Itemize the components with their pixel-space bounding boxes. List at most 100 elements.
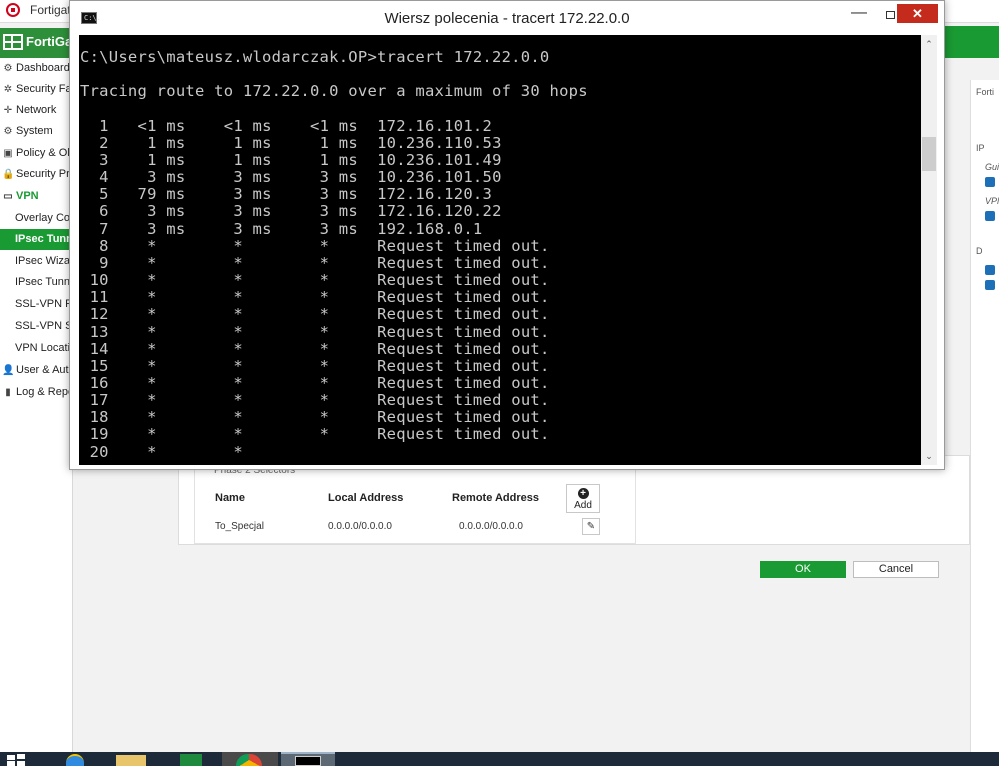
sidebar-item-policy-ob[interactable]: ▣ Policy & Ob [0, 143, 72, 164]
sidebar-item-security-pr[interactable]: 🔒 Security Pr [0, 164, 72, 185]
hop-number: 19 [80, 425, 109, 444]
sidebar-item-vpn[interactable]: ▭ VPN [0, 186, 72, 207]
console-output[interactable]: C:\Users\mateusz.wlodarczak.OP>tracert 1… [79, 35, 921, 465]
hop-time-1: 3 ms [108, 168, 195, 187]
sidebar-item-label: Network [16, 104, 57, 116]
hop-time-3: * [281, 253, 368, 272]
hop-row: 18 * * * Request timed out. [80, 408, 550, 426]
browser-tab-title[interactable]: Fortigat [30, 3, 71, 17]
hop-time-3: * [281, 288, 368, 307]
documentation-icon: D [976, 246, 983, 256]
hop-time-3: * [281, 322, 368, 341]
command-prompt-taskbar-icon[interactable] [281, 752, 335, 766]
sidebar-item-label: Overlay Co [15, 212, 71, 224]
sidebar-item-user-auth[interactable]: 👤 User & Auth [0, 360, 72, 381]
hop-time-2: 1 ms [195, 150, 282, 169]
hop-number: 6 [80, 202, 109, 221]
hop-time-3: 3 ms [281, 168, 368, 187]
hop-time-2: * [195, 391, 282, 410]
hop-number: 20 [80, 442, 109, 461]
doc-book-icon[interactable] [985, 265, 995, 275]
plus-icon: + [577, 488, 589, 499]
hop-host: Request timed out. [377, 305, 550, 324]
hop-row: 8 * * * Request timed out. [80, 237, 550, 255]
sidebar-item-ipsec-tunne[interactable]: IPsec Tunne [0, 272, 72, 293]
hop-time-2: 3 ms [195, 168, 282, 187]
hop-host: Request timed out. [377, 391, 550, 410]
cancel-button[interactable]: Cancel [853, 561, 939, 578]
sidebar-item-label: Dashboard [16, 62, 70, 74]
sidebar-item-system[interactable]: ⚙ System [0, 121, 72, 142]
chrome-icon[interactable] [222, 752, 278, 766]
sidebar-item-label: VPN Locati [15, 342, 71, 354]
dashboard-icon: ⚙ [3, 63, 13, 74]
hop-number: 2 [80, 133, 109, 152]
hop-number: 12 [80, 305, 109, 324]
hop-row: 17 * * * Request timed out. [80, 391, 550, 409]
sidebar-item-label: SSL-VPN Po [15, 298, 72, 310]
ok-button[interactable]: OK [760, 561, 846, 578]
sidebar-item-ssl-vpn-po[interactable]: SSL-VPN Po [0, 294, 72, 315]
minimize-icon[interactable]: — [844, 5, 874, 25]
console-scrollbar[interactable]: ⌃ ⌄ [921, 35, 937, 465]
sidebar-item-label: SSL-VPN Se [15, 320, 72, 332]
fortigate-logo-icon [3, 34, 23, 50]
hop-time-2: 3 ms [195, 185, 282, 204]
sidebar-item-label: IPsec Tunne [15, 233, 72, 245]
hop-host: Request timed out. [377, 425, 550, 444]
sidebar-item-network[interactable]: ✛ Network [0, 100, 72, 121]
add-selector-button[interactable]: + Add [566, 484, 600, 513]
scroll-down-icon[interactable]: ⌄ [921, 449, 937, 463]
column-header-name: Name [215, 492, 245, 504]
sidebar-item-dashboard[interactable]: ⚙ Dashboard [0, 58, 72, 79]
hop-time-2: * [195, 253, 282, 272]
vpn-label: VPN [985, 196, 999, 206]
video-icon[interactable] [985, 280, 995, 290]
sidebar-item-vpn-locati[interactable]: VPN Locati [0, 338, 72, 359]
hop-time-3: * [281, 391, 368, 410]
hop-time-1: * [108, 391, 195, 410]
sidebar-item-overlay-co[interactable]: Overlay Co [0, 208, 72, 229]
cmd-title-bar[interactable]: C:\. Wiersz polecenia - tracert 172.22.0… [70, 1, 944, 35]
close-icon[interactable]: ✕ [897, 4, 938, 23]
hop-time-1: * [108, 408, 195, 427]
guide-label: Guid [985, 162, 999, 172]
file-explorer-icon[interactable] [116, 752, 166, 766]
sidebar-item-label: VPN [16, 190, 39, 202]
fortinet-logo-icon [6, 3, 20, 17]
hop-number: 5 [80, 185, 109, 204]
hop-time-3: 1 ms [281, 150, 368, 169]
hop-time-1: * [108, 288, 195, 307]
excel-icon[interactable] [176, 752, 226, 766]
hop-row: 6 3 ms 3 ms 3 ms 172.16.120.22 [80, 202, 502, 220]
hop-host: Request timed out. [377, 356, 550, 375]
policy-icon: ▣ [3, 148, 13, 159]
sidebar-item-ipsec-tunne[interactable]: IPsec Tunne [0, 229, 72, 250]
hop-row: 7 3 ms 3 ms 3 ms 192.168.0.1 [80, 220, 483, 238]
scroll-up-icon[interactable]: ⌃ [921, 37, 937, 51]
hop-time-3: * [281, 271, 368, 290]
hop-time-3: * [281, 305, 368, 324]
sidebar-item-ssl-vpn-se[interactable]: SSL-VPN Se [0, 316, 72, 337]
hop-number: 11 [80, 288, 109, 307]
vpn-book-icon[interactable] [985, 211, 995, 221]
guide-book-icon[interactable] [985, 177, 995, 187]
hop-number: 13 [80, 322, 109, 341]
hop-number: 7 [80, 219, 109, 238]
windows-start-icon[interactable] [4, 752, 30, 766]
hop-time-2: 3 ms [195, 202, 282, 221]
sidebar-item-ipsec-wiza[interactable]: IPsec Wiza [0, 251, 72, 272]
hop-row: 5 79 ms 3 ms 3 ms 172.16.120.3 [80, 185, 492, 203]
hop-time-3: 1 ms [281, 133, 368, 152]
sidebar-item-security-fa[interactable]: ✲ Security Fa [0, 79, 72, 100]
internet-explorer-icon[interactable] [60, 752, 110, 766]
hop-time-2: * [195, 322, 282, 341]
scroll-thumb[interactable] [922, 137, 936, 171]
hop-host: Request timed out. [377, 373, 550, 392]
hop-time-3: <1 ms [281, 116, 368, 135]
command-prompt-window[interactable]: C:\. Wiersz polecenia - tracert 172.22.0… [69, 0, 945, 470]
edit-selector-button[interactable]: ✎ [582, 518, 600, 535]
sidebar-item-label: IPsec Wiza [15, 255, 71, 267]
hop-host: 172.16.120.22 [377, 202, 502, 221]
sidebar-item-log-repo[interactable]: ▮ Log & Repo [0, 382, 72, 403]
